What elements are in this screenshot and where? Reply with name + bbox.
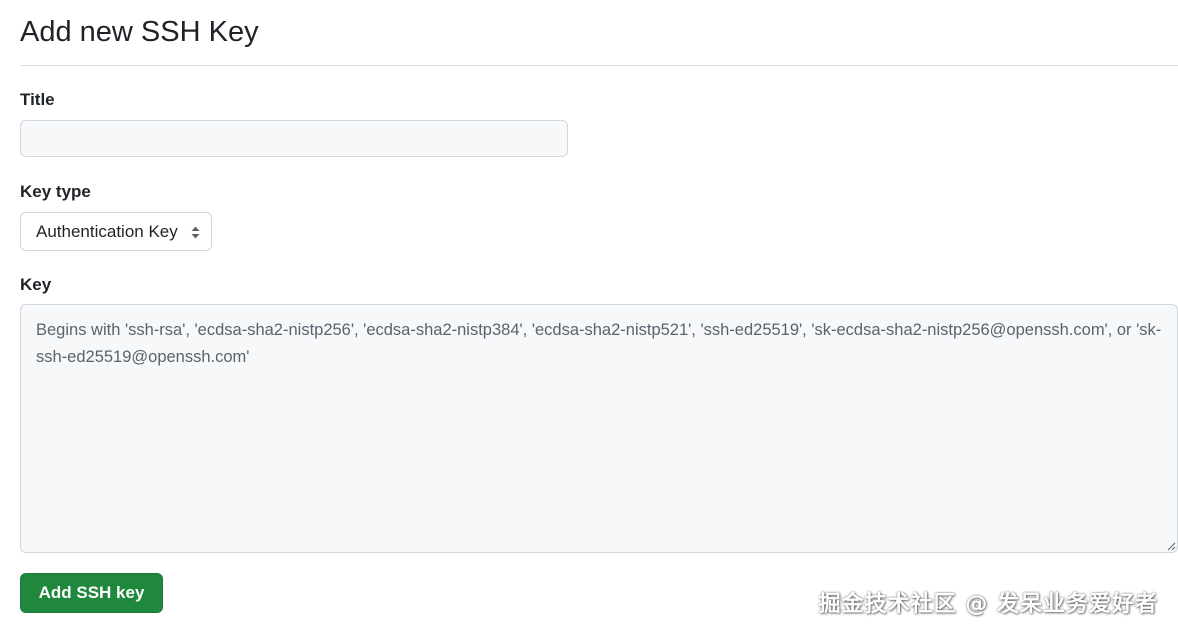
ssh-key-form-page: Add new SSH Key Title Key type Authentic… — [0, 0, 1178, 635]
key-label: Key — [20, 275, 52, 294]
key-textarea[interactable] — [20, 304, 1178, 553]
title-label: Title — [20, 90, 55, 109]
page-title: Add new SSH Key — [20, 16, 259, 48]
key-type-select[interactable]: Authentication Key — [20, 212, 212, 251]
page-header: Add new SSH Key — [20, 0, 1178, 66]
key-type-label: Key type — [20, 182, 91, 201]
add-ssh-key-button[interactable]: Add SSH key — [20, 573, 163, 613]
resize-handle-icon[interactable] — [1167, 542, 1176, 551]
key-type-selected-value: Authentication Key — [36, 221, 178, 241]
watermark-text: 掘金技术社区 @ 发呆业务爱好者 — [818, 592, 1158, 617]
title-input[interactable] — [20, 120, 568, 157]
select-arrows-icon — [191, 226, 200, 239]
